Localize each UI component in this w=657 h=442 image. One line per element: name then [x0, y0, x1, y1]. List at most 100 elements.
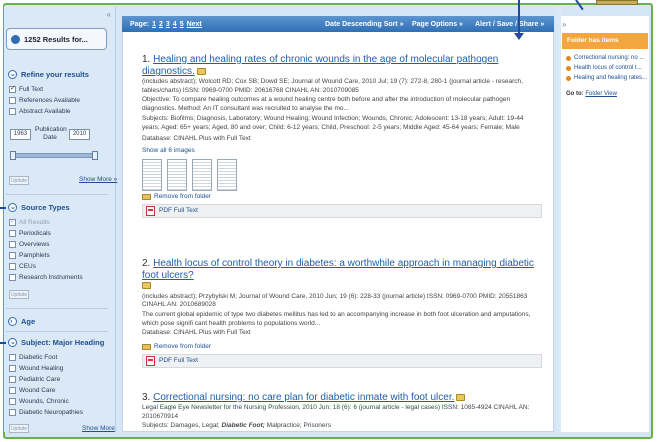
subject-wound-healing[interactable]: Wound Healing — [9, 365, 63, 372]
source-update-button[interactable]: Update — [9, 290, 29, 299]
image-thumbnail[interactable] — [217, 158, 237, 191]
subject-diabetic-neuropathies[interactable]: Diabetic Neuropathies — [9, 409, 83, 416]
page-options-dropdown[interactable]: Page Options » — [412, 21, 463, 28]
divider — [6, 331, 108, 332]
page-2-link[interactable]: 2 — [159, 21, 163, 28]
result-item: 3. Correctional nursing: no care plan fo… — [142, 392, 542, 431]
refine-show-more-link[interactable]: Show More » — [79, 176, 117, 183]
source-type-research-instruments[interactable]: Research Instruments — [9, 274, 83, 281]
next-page-link[interactable]: Next — [187, 21, 202, 28]
folder-item[interactable]: Correctional nursing: no ... — [566, 55, 644, 61]
result-abstract: The current global epidemic of type two … — [142, 311, 531, 327]
subject-wounds-chronic[interactable]: Wounds, Chronic — [9, 398, 69, 405]
results-count-box[interactable]: 1252 Results for... — [6, 28, 107, 50]
checkbox-icon[interactable] — [9, 376, 16, 383]
alert-save-share-dropdown[interactable]: Alert / Save / Share » — [475, 21, 544, 28]
subject-wound-care[interactable]: Wound Care — [9, 387, 55, 394]
result-meta: (includes abstract); Przybylski M; Journ… — [142, 292, 528, 309]
results-toolbar: Page: 1 2 3 4 5 Next Date Descending Sor… — [122, 16, 554, 32]
date-to-input[interactable]: 2010 — [69, 128, 90, 140]
checkbox-icon[interactable] — [9, 252, 16, 259]
result-meta: Legal Eagle Eye Newsletter for the Nursi… — [142, 404, 530, 420]
age-heading[interactable]: › Age — [8, 317, 35, 326]
folder-note-icon[interactable] — [196, 67, 206, 75]
refine-option-references[interactable]: References Available — [9, 97, 80, 104]
refine-option-full-text[interactable]: Full Text — [9, 84, 43, 93]
subject-diabetic-foot[interactable]: Diabetic Foot — [9, 354, 57, 361]
result-title-link[interactable]: Healing and healing rates of chronic wou… — [142, 54, 498, 77]
refine-heading[interactable]: ⌄ Refine your results — [8, 70, 89, 79]
result-title-link[interactable]: Health locus of control theory in diabet… — [142, 258, 534, 281]
pdf-full-text-link[interactable]: PDF Full Text — [159, 357, 198, 366]
checkbox-icon[interactable] — [9, 97, 16, 104]
arrowhead-icon — [514, 33, 524, 40]
remove-from-folder[interactable]: Remove from folder — [142, 193, 542, 202]
checkbox-icon[interactable] — [9, 84, 16, 93]
checkbox-icon[interactable] — [9, 274, 16, 281]
bullet-icon — [566, 55, 571, 61]
date-from-input[interactable]: 1963 — [10, 128, 31, 140]
image-thumbnails — [142, 158, 542, 191]
pdf-icon — [146, 356, 155, 367]
checkbox-icon[interactable] — [9, 365, 16, 372]
page-3-link[interactable]: 3 — [166, 21, 170, 28]
remove-from-folder[interactable]: Remove from folder — [142, 343, 542, 352]
source-type-overviews[interactable]: Overviews — [9, 241, 49, 248]
source-types-heading[interactable]: ⌄ Source Types — [8, 203, 70, 212]
folder-note-icon[interactable] — [142, 282, 151, 289]
subject-update-button[interactable]: Update — [9, 424, 29, 433]
checkbox-icon[interactable] — [9, 217, 16, 226]
chevron-down-icon: ⌄ — [8, 338, 17, 347]
pdf-full-text-bar: PDF Full Text — [142, 204, 542, 219]
checkbox-icon[interactable] — [9, 230, 16, 237]
image-thumbnail[interactable] — [142, 158, 162, 191]
result-subjects: Subjects: Biofilms; Diagnosis, Laborator… — [142, 115, 524, 131]
slider-handle-right[interactable] — [92, 151, 98, 160]
source-type-all[interactable]: All Results — [9, 217, 50, 226]
checkbox-icon[interactable] — [9, 387, 16, 394]
folder-view-link[interactable]: Folder View — [585, 91, 617, 97]
page-5-link[interactable]: 5 — [180, 21, 184, 28]
collapse-right-icon[interactable]: » — [562, 20, 566, 29]
refine-option-abstract[interactable]: Abstract Available — [9, 108, 71, 115]
subject-show-more-link[interactable]: Show More — [82, 425, 115, 432]
annotation-arrow — [518, 0, 520, 34]
refine-update-button[interactable]: Update — [9, 176, 29, 185]
result-number: 1. — [142, 54, 151, 65]
page-4-link[interactable]: 4 — [173, 21, 177, 28]
source-type-ceus[interactable]: CEUs — [9, 263, 36, 270]
sort-dropdown[interactable]: Date Descending Sort » — [325, 21, 404, 28]
chevron-down-icon: ⌄ — [8, 70, 17, 79]
show-images-link[interactable]: Show all 6 images — [142, 147, 542, 156]
pdf-full-text-link[interactable]: PDF Full Text — [159, 207, 198, 216]
folder-item[interactable]: Health locus of control t... — [566, 65, 642, 71]
image-thumbnail[interactable] — [167, 158, 187, 191]
checkbox-icon[interactable] — [9, 108, 16, 115]
slider-handle-left[interactable] — [10, 151, 16, 160]
checkbox-icon[interactable] — [9, 354, 16, 361]
page-1-link[interactable]: 1 — [152, 21, 156, 28]
folder-icon — [142, 194, 151, 201]
folder-note-icon[interactable] — [456, 393, 466, 401]
checkbox-icon[interactable] — [9, 241, 16, 248]
subject-pediatric-care[interactable]: Pediatric Care — [9, 376, 60, 383]
image-thumbnail[interactable] — [192, 158, 212, 191]
chevron-right-icon: › — [8, 317, 17, 326]
checkbox-icon[interactable] — [9, 398, 16, 405]
folder-icon — [142, 344, 151, 351]
divider — [6, 194, 108, 195]
result-number: 2. — [142, 258, 151, 269]
subject-heading[interactable]: ⌄ Subject: Major Heading — [8, 338, 104, 347]
result-number: 3. — [142, 392, 151, 403]
checkbox-icon[interactable] — [9, 263, 16, 270]
result-title-link[interactable]: Correctional nursing: no care plan for d… — [153, 392, 454, 403]
checkbox-icon[interactable] — [9, 409, 16, 416]
collapse-left-icon[interactable]: « — [107, 10, 111, 19]
source-type-pamphlets[interactable]: Pamphlets — [9, 252, 50, 259]
results-list: 1. Healing and healing rates of chronic … — [122, 32, 554, 432]
chevron-down-icon: ⌄ — [8, 203, 17, 212]
date-slider[interactable] — [10, 151, 98, 160]
pdf-icon — [146, 206, 155, 217]
folder-item[interactable]: Healing and healing rates... — [566, 75, 647, 81]
source-type-periodicals[interactable]: Periodicals — [9, 230, 51, 237]
